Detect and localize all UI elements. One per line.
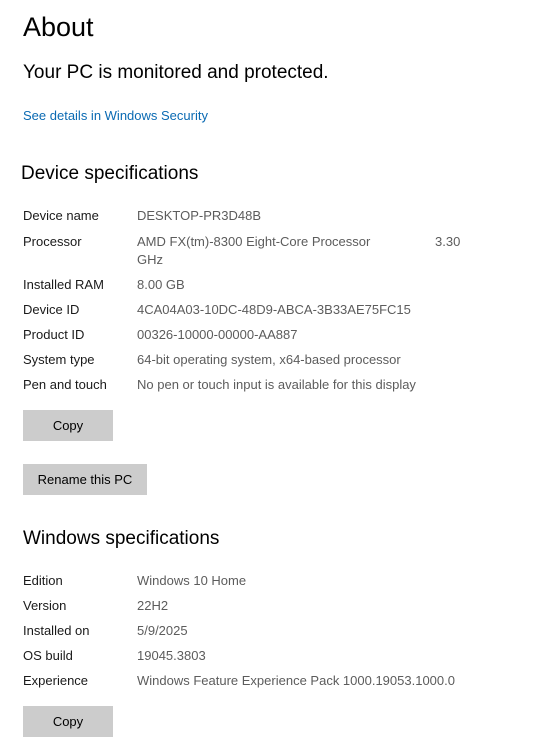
windows-copy-button[interactable]: Copy: [23, 706, 113, 737]
system-type-label: System type: [23, 352, 95, 367]
processor-value: AMD FX(tm)-8300 Eight-Core Processor: [137, 234, 371, 249]
edition-label: Edition: [23, 573, 63, 588]
device-id-value: 4CA04A03-10DC-48D9-ABCA-3B33AE75FC15: [137, 302, 411, 317]
experience-value: Windows Feature Experience Pack 1000.190…: [137, 673, 455, 688]
protection-status: Your PC is monitored and protected.: [23, 62, 329, 83]
version-value: 22H2: [137, 598, 169, 613]
device-name-value: DESKTOP-PR3D48B: [137, 208, 262, 223]
installed-on-label: Installed on: [23, 623, 90, 638]
device-copy-button[interactable]: Copy: [23, 410, 113, 441]
processor-speed-unit: GHz: [137, 252, 163, 267]
os-build-label: OS build: [23, 648, 73, 663]
processor-speed-value: 3.30: [435, 234, 461, 249]
experience-label: Experience: [23, 673, 89, 688]
installed-ram-value: 8.00 GB: [137, 277, 185, 292]
pen-touch-label: Pen and touch: [23, 377, 107, 392]
device-specs-heading: Device specifications: [21, 163, 199, 184]
installed-ram-label: Installed RAM: [23, 277, 104, 292]
product-id-value: 00326-10000-00000-AA887: [137, 327, 298, 342]
device-name-label: Device name: [23, 208, 99, 223]
windows-security-link[interactable]: See details in Windows Security: [23, 108, 208, 123]
version-label: Version: [23, 598, 67, 613]
page-title: About: [23, 12, 94, 42]
os-build-value: 19045.3803: [137, 648, 206, 663]
installed-on-value: 5/9/2025: [137, 623, 188, 638]
pen-touch-value: No pen or touch input is available for t…: [137, 377, 416, 392]
system-type-value: 64-bit operating system, x64-based proce…: [137, 352, 401, 367]
processor-label: Processor: [23, 234, 82, 249]
rename-pc-button[interactable]: Rename this PC: [23, 464, 147, 495]
device-id-label: Device ID: [23, 302, 80, 317]
windows-specs-heading: Windows specifications: [23, 528, 220, 549]
edition-value: Windows 10 Home: [137, 573, 247, 588]
product-id-label: Product ID: [23, 327, 85, 342]
